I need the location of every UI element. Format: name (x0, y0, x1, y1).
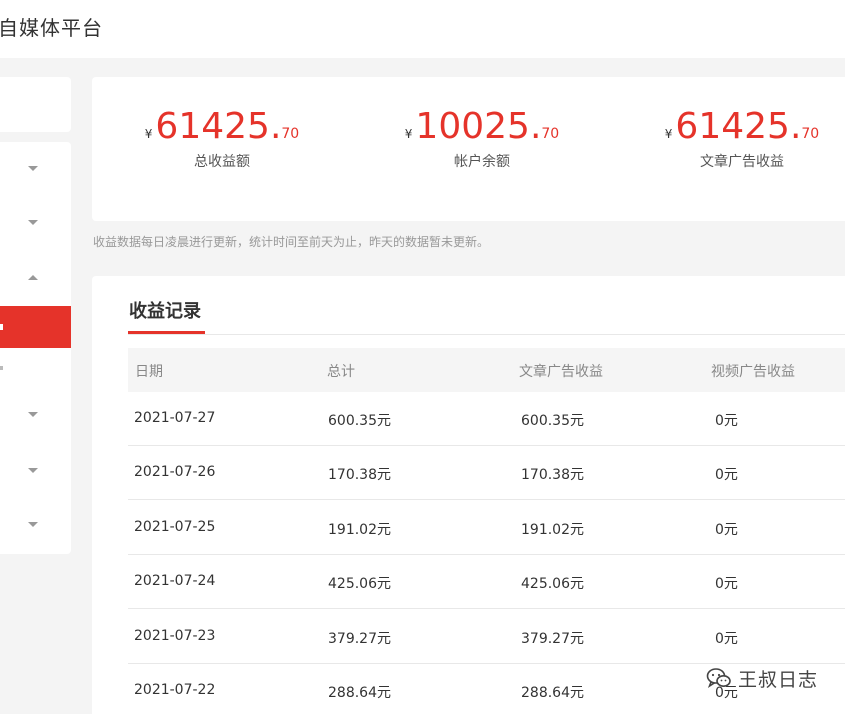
cell-total: 170.38元 (328, 467, 391, 483)
cell-total: 191.02元 (328, 522, 391, 538)
cell-date: 2021-07-22 (134, 682, 216, 698)
stat-article-ad-earnings: ¥61425.70 文章广告收益 (632, 107, 845, 171)
currency-symbol: ¥ (144, 127, 153, 141)
column-header-video-ad: 视频广告收益 (711, 364, 795, 380)
stat-amount-decimal: 70 (801, 126, 820, 142)
column-header-date: 日期 (135, 364, 163, 380)
sidebar-item-marker (0, 366, 3, 370)
stat-label: 总收益额 (194, 154, 250, 170)
watermark: 王叔日志 (706, 664, 818, 692)
top-bar: 自媒体平台 (0, 0, 845, 58)
stat-amount-decimal: 70 (281, 126, 300, 142)
table-row: 2021-07-26 170.38元 170.38元 0元 (128, 446, 845, 500)
cell-article-ad: 170.38元 (521, 467, 584, 483)
table-header: 日期 总计 文章广告收益 视频广告收益 (128, 348, 845, 392)
stat-label: 文章广告收益 (700, 154, 784, 170)
cell-total: 288.64元 (328, 685, 391, 701)
chevron-down-icon[interactable] (28, 166, 38, 171)
cell-article-ad: 425.06元 (521, 576, 584, 592)
table-row: 2021-07-27 600.35元 600.35元 0元 (128, 392, 845, 446)
update-note: 收益数据每日凌晨进行更新，统计时间至前天为止，昨天的数据暂未更新。 (93, 235, 490, 249)
sidebar-header (0, 77, 71, 132)
column-header-article-ad: 文章广告收益 (519, 364, 603, 380)
stat-total-earnings: ¥61425.70 总收益额 (112, 107, 332, 171)
cell-video-ad: 0元 (715, 631, 738, 647)
stat-label: 帐户余额 (454, 154, 510, 170)
cell-date: 2021-07-25 (134, 519, 216, 535)
cell-date: 2021-07-23 (134, 628, 216, 644)
records-title-tab[interactable]: 收益记录 (129, 297, 201, 323)
cell-date: 2021-07-27 (134, 410, 216, 426)
table-row: 2021-07-23 379.27元 379.27元 0元 (128, 610, 845, 664)
active-tab-underline (128, 331, 205, 334)
title-divider (128, 334, 845, 335)
cell-date: 2021-07-26 (134, 464, 216, 480)
stat-amount: ¥61425.70 (632, 107, 845, 147)
cell-article-ad: 191.02元 (521, 522, 584, 538)
stat-amount-decimal: 70 (541, 126, 560, 142)
chevron-down-icon[interactable] (28, 468, 38, 473)
stat-amount-integer: 61425. (155, 106, 282, 147)
stat-account-balance: ¥10025.70 帐户余额 (372, 107, 592, 171)
app-title: 自媒体平台 (0, 16, 103, 40)
currency-symbol: ¥ (404, 127, 413, 141)
chevron-down-icon[interactable] (28, 220, 38, 225)
currency-symbol: ¥ (664, 127, 673, 141)
sidebar-item-active[interactable] (0, 306, 71, 348)
cell-total: 600.35元 (328, 413, 391, 429)
stat-amount: ¥10025.70 (372, 107, 592, 147)
earnings-records-card: 收益记录 日期 总计 文章广告收益 视频广告收益 2021-07-27 600.… (92, 276, 845, 714)
cell-article-ad: 379.27元 (521, 631, 584, 647)
stat-amount-integer: 10025. (415, 106, 542, 147)
stat-amount: ¥61425.70 (112, 107, 332, 147)
chevron-down-icon[interactable] (28, 412, 38, 417)
column-header-total: 总计 (327, 364, 355, 380)
table-row: 2021-07-24 425.06元 425.06元 0元 (128, 555, 845, 609)
chevron-up-icon[interactable] (28, 275, 38, 280)
stat-amount-integer: 61425. (675, 106, 802, 147)
table-row: 2021-07-25 191.02元 191.02元 0元 (128, 501, 845, 555)
cell-video-ad: 0元 (715, 576, 738, 592)
sidebar-menu (0, 142, 71, 554)
cell-article-ad: 288.64元 (521, 685, 584, 701)
cell-article-ad: 600.35元 (521, 413, 584, 429)
cell-total: 425.06元 (328, 576, 391, 592)
watermark-text: 王叔日志 (738, 668, 819, 691)
cell-video-ad: 0元 (715, 522, 738, 538)
active-marker (0, 324, 3, 330)
cell-date: 2021-07-24 (134, 573, 216, 589)
chevron-down-icon[interactable] (28, 522, 38, 527)
cell-total: 379.27元 (328, 631, 391, 647)
wechat-icon (706, 668, 731, 688)
cell-video-ad: 0元 (715, 467, 738, 483)
earnings-summary-card: ¥61425.70 总收益额 ¥10025.70 帐户余额 ¥61425.70 … (92, 77, 845, 221)
cell-video-ad: 0元 (715, 413, 738, 429)
